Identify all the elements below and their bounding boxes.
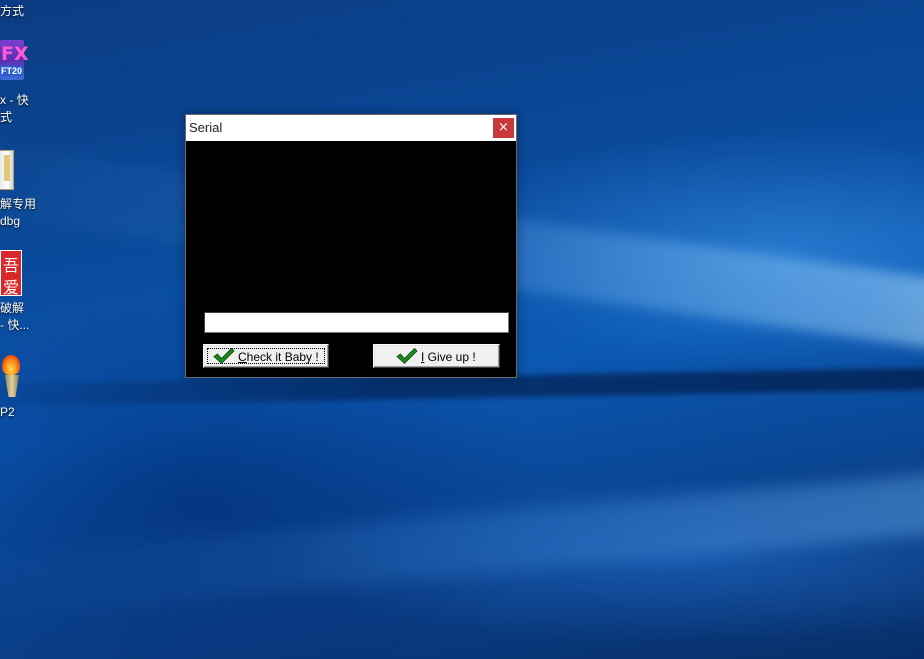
checkmark-icon (213, 347, 235, 365)
serial-dialog: Serial × Check it Baby ! I Give up ! (185, 114, 517, 378)
pojie-app-icon: 吾 爱 (0, 250, 22, 297)
dialog-client-area: Check it Baby ! I Give up ! (186, 141, 516, 377)
title-bar[interactable]: Serial × (186, 115, 516, 141)
desktop-icon-label: 式 (0, 110, 13, 124)
give-up-button[interactable]: I Give up ! (373, 344, 500, 368)
close-button[interactable]: × (493, 118, 514, 138)
flame-icon (2, 355, 20, 375)
close-icon: × (498, 120, 509, 135)
desktop-icon-ollydbg[interactable]: 解专用 dbg (0, 150, 40, 232)
foxit-app-icon: FX FT20 (0, 40, 29, 80)
desktop-icon-foxit[interactable]: FX FT20 x - 快 式 (0, 40, 40, 126)
desktop-icon-52pojie[interactable]: 吾 爱 破解 - 快... (0, 250, 40, 336)
desktop-icon-shortcut[interactable]: 方式 (0, 0, 40, 24)
desktop-icon-torch[interactable]: P2 (0, 355, 40, 423)
desktop-icon-label: 方式 (0, 4, 25, 18)
desktop-icon-label: x - 快 (0, 93, 29, 107)
torch-icon (0, 355, 24, 397)
checkmark-icon (396, 347, 418, 365)
desktop-icon-label: 解专用 (0, 197, 37, 211)
folder-document-icon (0, 150, 14, 190)
check-button[interactable]: Check it Baby ! (202, 343, 330, 369)
window-title: Serial (189, 120, 223, 135)
serial-input[interactable] (204, 312, 509, 333)
desktop-icon-label: - 快... (0, 318, 30, 332)
light-beam-lower (0, 464, 924, 620)
desktop-icon-label: dbg (0, 214, 21, 228)
desktop-icon-label: 破解 (0, 301, 25, 315)
check-button-label: Check it Baby ! (238, 350, 319, 364)
give-up-button-label: I Give up ! (421, 350, 476, 364)
desktop-icon-label: P2 (0, 405, 15, 419)
